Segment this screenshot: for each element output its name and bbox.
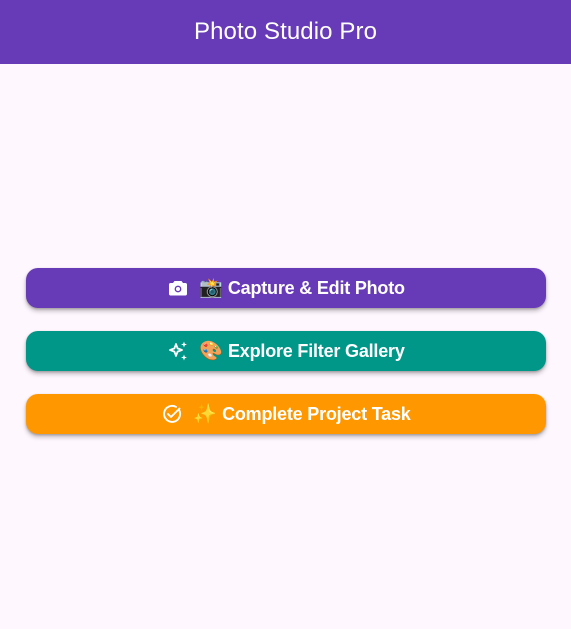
camera-icon bbox=[167, 277, 189, 299]
app-bar: Photo Studio Pro bbox=[0, 0, 571, 64]
capture-edit-photo-label: Capture & Edit Photo bbox=[227, 277, 405, 298]
camera-flash-emoji: 📸 bbox=[199, 276, 223, 299]
app-root: Photo Studio Pro 📸 Capture & Edit Photo … bbox=[0, 0, 571, 629]
complete-project-task-label: Complete Project Task bbox=[222, 403, 411, 424]
explore-filter-gallery-label: Explore Filter Gallery bbox=[227, 340, 405, 361]
palette-emoji: 🎨 bbox=[199, 339, 223, 362]
sparkle-icon bbox=[167, 340, 189, 362]
check-circle-icon bbox=[161, 403, 183, 425]
app-title: Photo Studio Pro bbox=[193, 18, 378, 45]
sparkles-emoji: ✨ bbox=[193, 402, 218, 425]
explore-filter-gallery-button[interactable]: 🎨 Explore Filter Gallery bbox=[26, 331, 546, 371]
complete-project-task-button[interactable]: ✨ Complete Project Task bbox=[26, 394, 546, 434]
capture-edit-photo-button[interactable]: 📸 Capture & Edit Photo bbox=[26, 268, 546, 308]
